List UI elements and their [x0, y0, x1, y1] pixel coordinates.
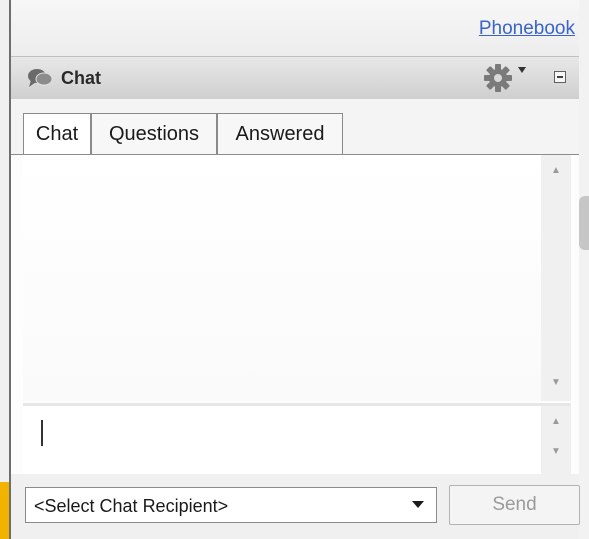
chat-panel: Phonebook Chat Chat Questions Answered ▲…	[11, 0, 580, 539]
chat-header: Chat	[11, 56, 579, 100]
messages-scrollbar[interactable]: ▲ ▼	[541, 155, 571, 401]
message-input[interactable]	[23, 406, 541, 474]
minimize-icon[interactable]	[554, 71, 566, 83]
input-scrollbar[interactable]: ▲ ▼	[541, 406, 571, 474]
chat-messages-area	[23, 155, 541, 401]
gear-icon[interactable]	[481, 63, 515, 93]
window-left-edge	[0, 0, 9, 539]
accent-tab	[0, 482, 9, 539]
send-button[interactable]: Send	[449, 485, 580, 525]
side-panel-handle[interactable]	[579, 196, 589, 250]
scroll-down-icon[interactable]: ▼	[550, 447, 562, 457]
chat-bubble-icon	[28, 69, 53, 87]
scroll-down-icon[interactable]: ▼	[550, 378, 562, 388]
phonebook-link[interactable]: Phonebook	[479, 18, 575, 40]
scroll-up-icon[interactable]: ▲	[550, 417, 562, 427]
recipient-select[interactable]: <Select Chat Recipient>	[25, 487, 437, 523]
window-right-edge	[579, 0, 589, 539]
triangle-down-icon[interactable]	[518, 67, 526, 73]
panel-top-area: Phonebook	[11, 0, 579, 56]
tab-answered[interactable]: Answered	[217, 113, 343, 155]
tab-questions[interactable]: Questions	[91, 113, 217, 155]
chat-title: Chat	[61, 68, 101, 88]
text-caret	[41, 420, 43, 446]
tab-chat[interactable]: Chat	[23, 113, 91, 156]
chevron-down-icon	[412, 501, 424, 508]
recipient-select-value: <Select Chat Recipient>	[34, 496, 229, 516]
scroll-up-icon[interactable]: ▲	[550, 166, 562, 176]
